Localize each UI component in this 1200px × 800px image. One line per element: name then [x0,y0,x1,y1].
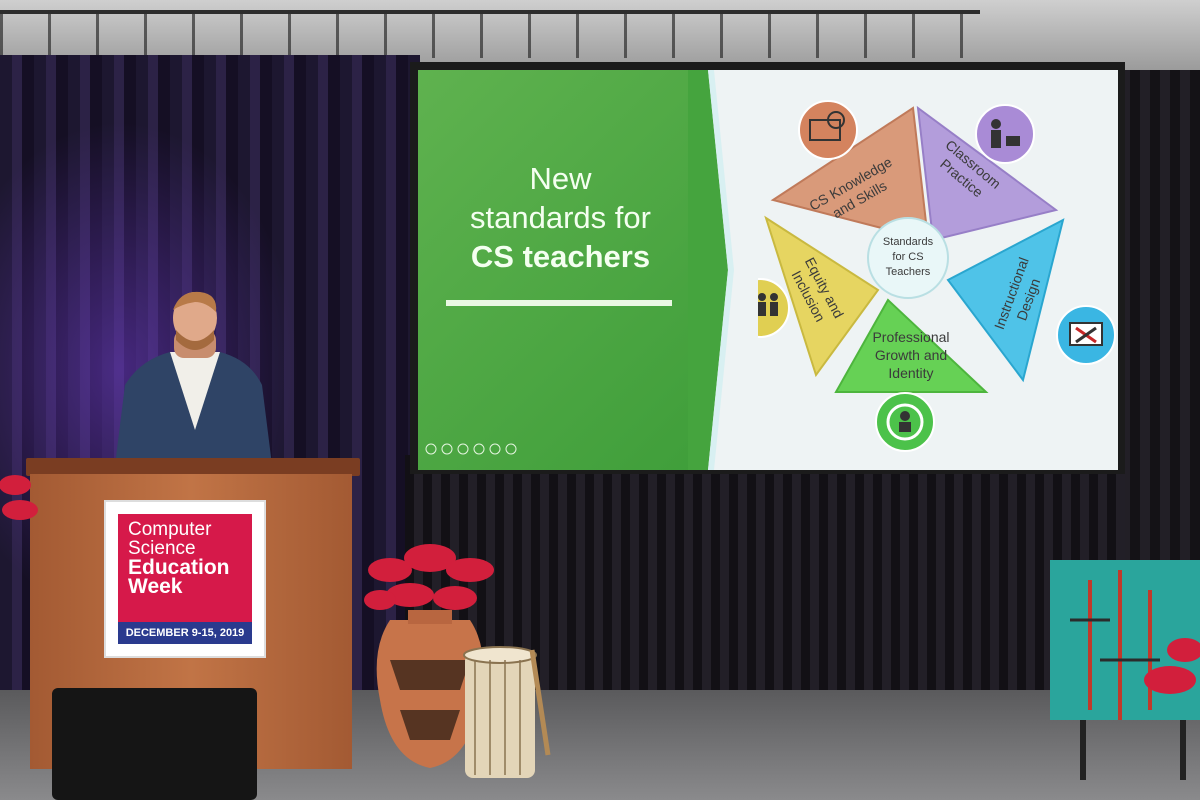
monitor-design-icon [1056,305,1116,365]
drum [463,646,551,778]
computer-gear-icon [798,100,858,160]
slide-title-underline [446,300,672,306]
sign-text: Computer Science Education Week [128,519,230,598]
slide-nav-controls [425,443,517,455]
people-blocks-icon [758,278,790,338]
sign-line4: Week [128,575,183,598]
segment-label-professional-3: Identity [888,365,933,381]
person-cycle-icon [875,392,935,452]
sign-date-banner: DECEMBER 9-15, 2019 [118,622,252,644]
sign-line1: Computer [128,519,212,540]
left-poinsettia [0,475,38,520]
slide-title-line3: CS teachers [470,238,651,274]
teacher-student-icon [975,104,1035,164]
center-label-line3: Teachers [886,266,931,278]
speaker-person [115,291,272,465]
segment-label-professional-2: Growth and [875,347,947,363]
slide-title-line1: New [529,161,592,196]
railing-top-bar [0,10,980,14]
sign-red-block: Computer Science Education Week [118,514,252,622]
segment-label-professional-1: Professional [872,329,949,345]
slide-title: New standards for CS teachers [418,160,703,276]
center-label-line1: Standards [883,236,934,248]
balcony-railing [0,10,980,58]
standards-diagram: Standards for CS Teachers CS Knowledge a… [758,100,1116,452]
center-label-line2: for CS [892,251,923,263]
side-table [1050,560,1200,780]
podium-sign: Computer Science Education Week DECEMBER… [104,500,266,658]
projection-screen: New standards for CS teachers Standards … [418,70,1118,470]
stage-monitor-speaker [52,688,257,800]
slide-title-line2: standards for [470,199,651,235]
